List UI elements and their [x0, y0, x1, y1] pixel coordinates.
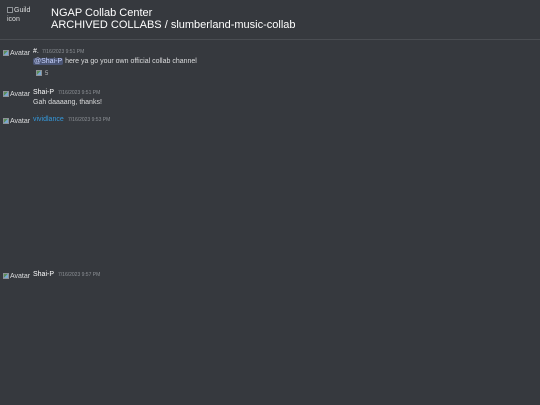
channel-header: Guild icon NGAP Collab Center ARCHIVED C… — [0, 0, 540, 40]
avatar-alt-text: Avatar — [10, 50, 31, 57]
avatar[interactable]: Avatar — [3, 91, 30, 99]
timestamp: 7/16/2023 9:53 PM — [68, 117, 111, 123]
user-mention[interactable]: @Shai-P — [33, 58, 64, 65]
message: Avatar Shai-P 7/16/2023 9:51 PM Gah daaa… — [0, 89, 540, 111]
reaction[interactable]: 5 — [36, 70, 48, 77]
message-content: @Shai-P here ya go your own official col… — [33, 58, 197, 65]
message-content: Gah daaaang, thanks! — [33, 99, 102, 106]
avatar-alt-text: Avatar — [10, 273, 31, 280]
broken-image-icon — [3, 91, 9, 97]
broken-image-icon — [3, 50, 9, 56]
message: Avatar vividlance 7/16/2023 9:53 PM — [0, 116, 540, 128]
broken-image-icon — [7, 7, 13, 13]
avatar-alt-text: Avatar — [10, 91, 31, 98]
author-name[interactable]: Shai-P — [33, 89, 54, 96]
avatar-alt-text: Avatar — [10, 118, 31, 125]
reaction-count: 5 — [45, 71, 49, 77]
timestamp: 7/16/2023 9:51 PM — [58, 90, 101, 96]
reaction-emoji-icon — [36, 70, 42, 76]
guild-name: NGAP Collab Center — [51, 7, 153, 19]
message: Avatar Shai-P 7/16/2023 9:57 PM — [0, 271, 540, 283]
message-text: here ya go your own official collab chan… — [63, 58, 197, 65]
avatar[interactable]: Avatar — [3, 50, 30, 58]
broken-image-icon — [3, 118, 9, 124]
avatar[interactable]: Avatar — [3, 273, 30, 281]
message: Avatar #. 7/16/2023 9:51 PM @Shai-P here… — [0, 48, 540, 80]
author-name[interactable]: vividlance — [33, 116, 64, 123]
timestamp: 7/16/2023 9:51 PM — [42, 49, 85, 55]
guild-icon: Guild icon — [7, 6, 43, 24]
avatar[interactable]: Avatar — [3, 118, 30, 126]
author-name[interactable]: #. — [33, 48, 39, 55]
author-name[interactable]: Shai-P — [33, 271, 54, 278]
broken-image-icon — [3, 273, 9, 279]
channel-path: ARCHIVED COLLABS / slumberland-music-col… — [51, 19, 296, 31]
timestamp: 7/16/2023 9:57 PM — [58, 272, 101, 278]
